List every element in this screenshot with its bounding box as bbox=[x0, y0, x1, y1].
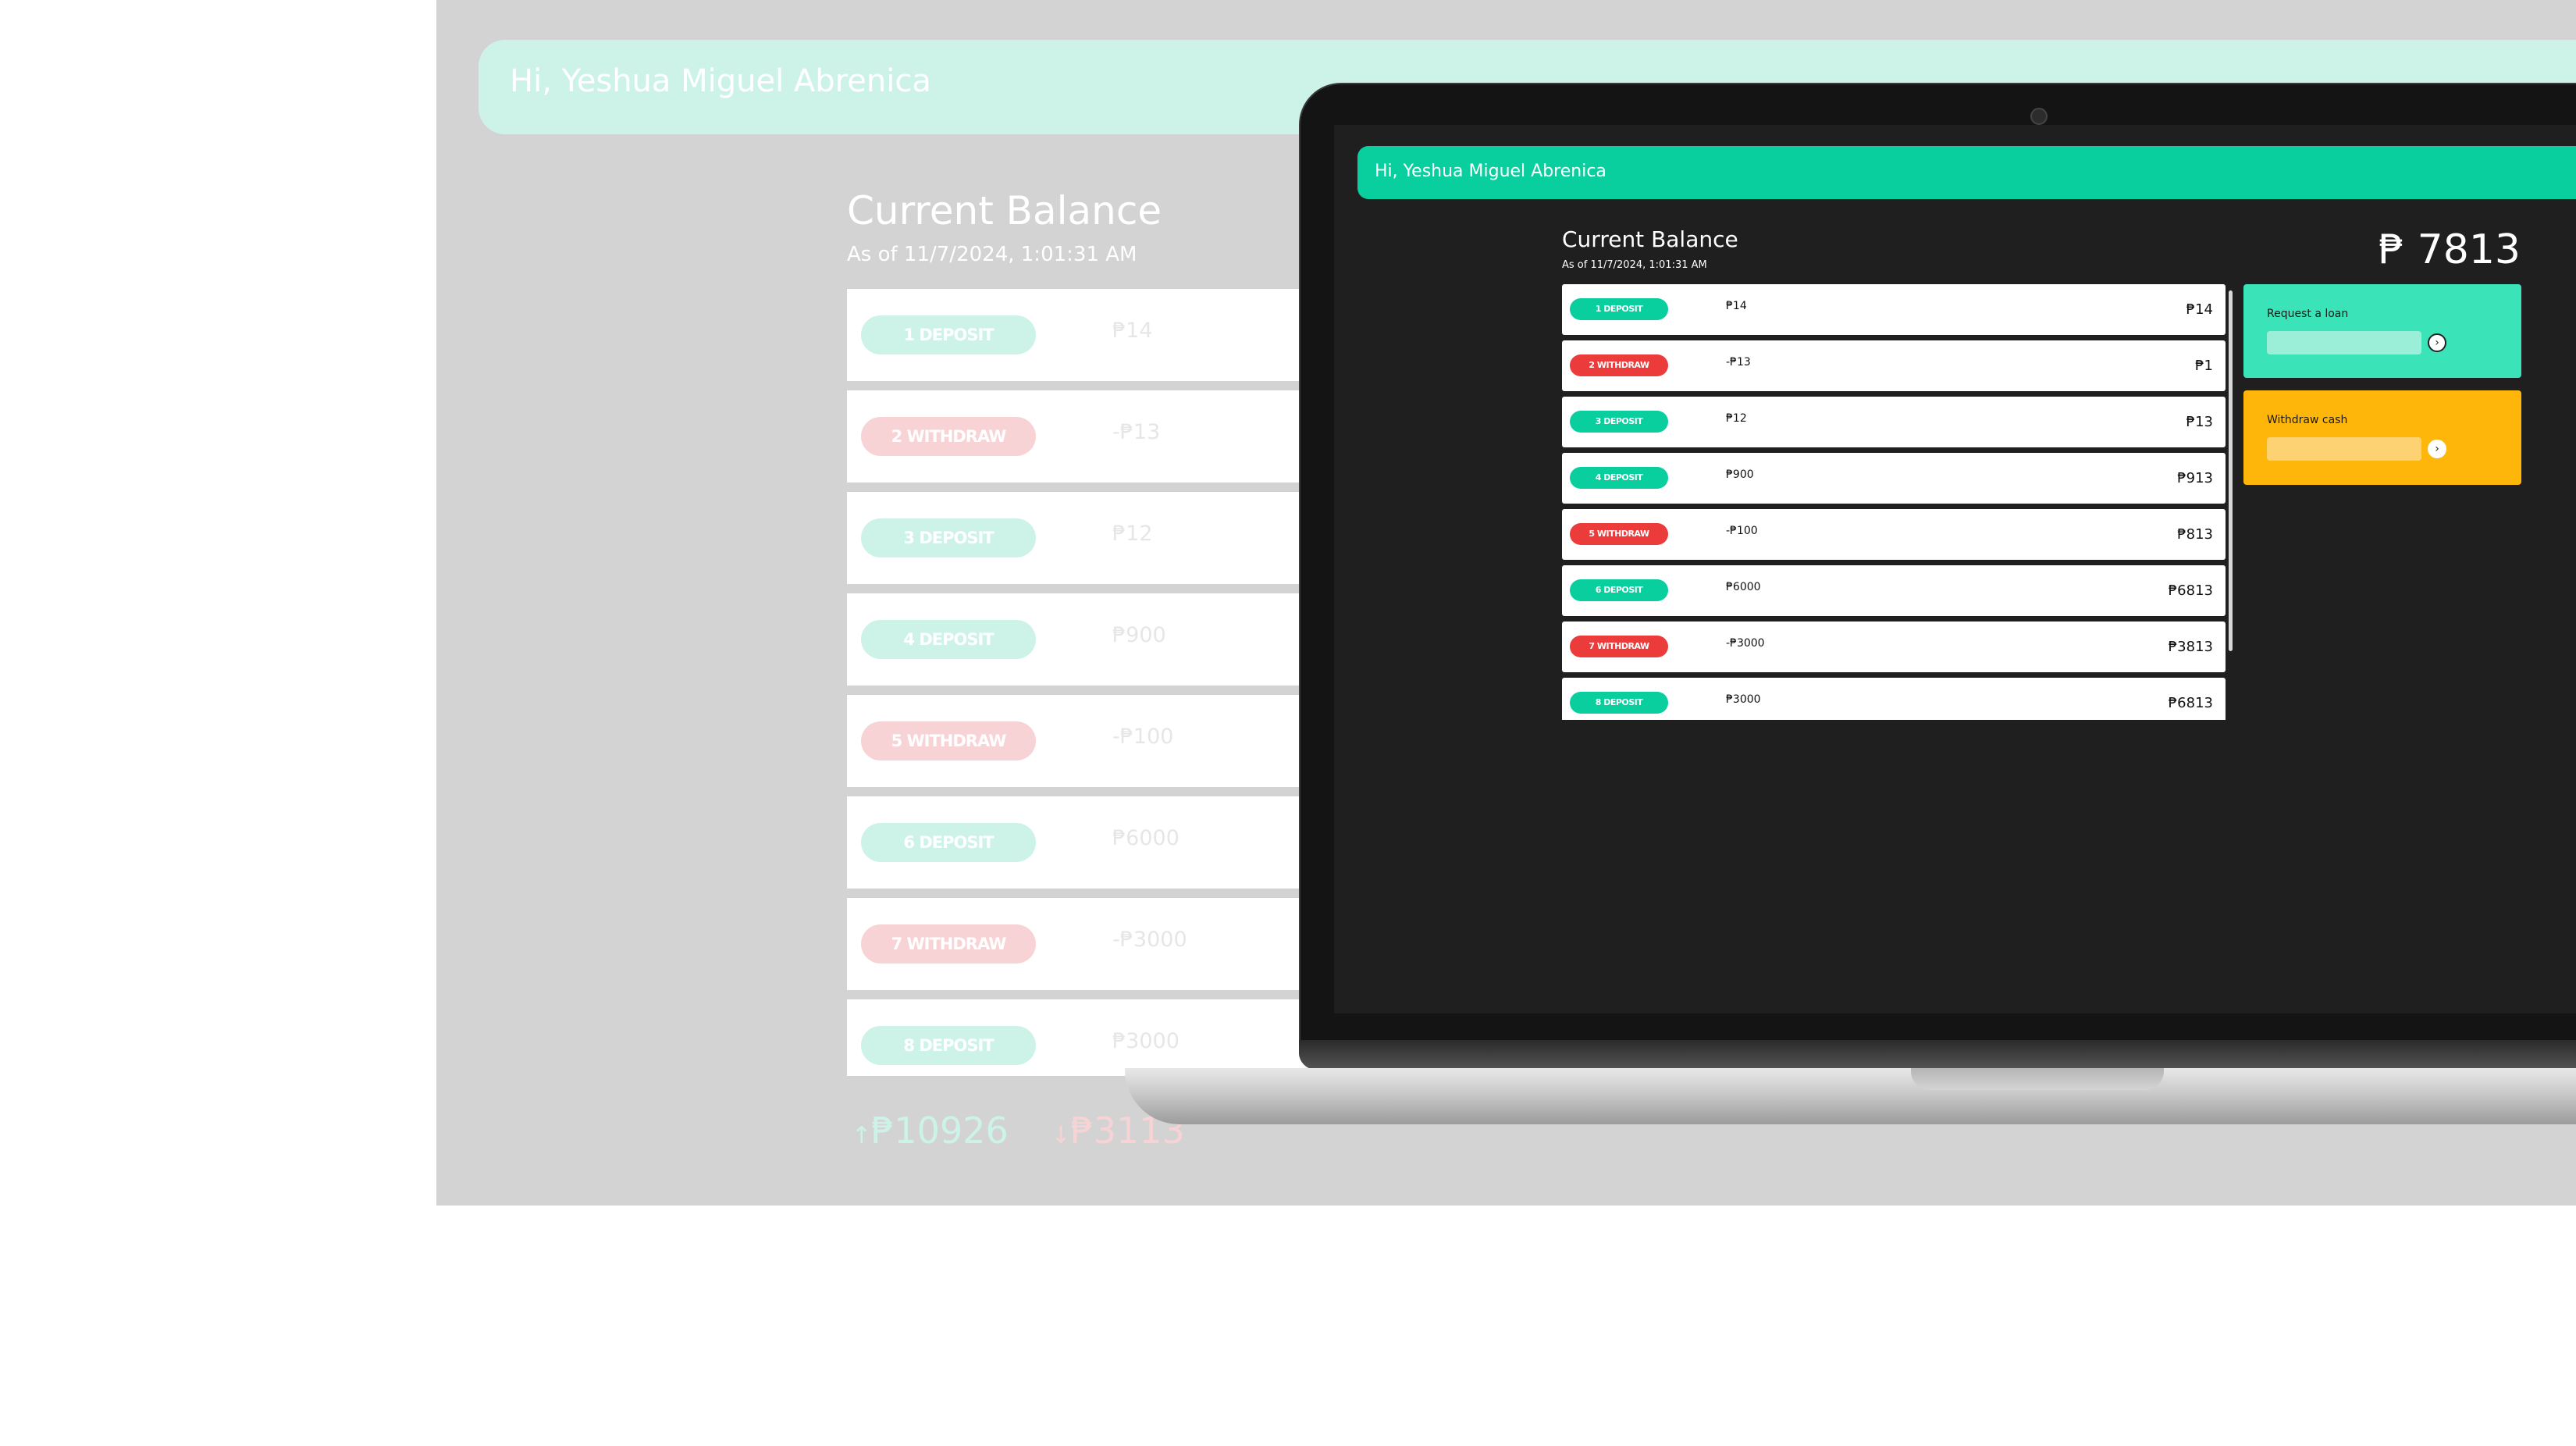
transaction-row[interactable]: 3 DEPOSIT ₱12 ₱13 bbox=[1562, 397, 2226, 447]
bg-transaction-row: 3 DEPOSIT ₱12 bbox=[847, 492, 1331, 584]
bg-transaction-amount: ₱3000 bbox=[1112, 1029, 1179, 1053]
bg-transaction-amount: ₱12 bbox=[1112, 522, 1153, 546]
page-subtitle: As of 11/7/2024, 1:01:31 AM bbox=[1562, 259, 1707, 271]
transaction-row[interactable]: 4 DEPOSIT ₱900 ₱913 bbox=[1562, 453, 2226, 504]
transaction-list[interactable]: 1 DEPOSIT ₱14 ₱14 2 WITHDRAW -₱13 ₱1 3 DEPOSIT… bbox=[1562, 284, 2226, 720]
bg-transaction-type-badge: 2 WITHDRAW bbox=[861, 417, 1036, 456]
transaction-amount: ₱900 bbox=[1726, 468, 1754, 481]
transaction-amount: ₱6000 bbox=[1726, 581, 1761, 593]
transaction-row[interactable]: 1 DEPOSIT ₱14 ₱14 bbox=[1562, 284, 2226, 335]
bg-total-in: ₱10926 bbox=[871, 1109, 1009, 1152]
bg-page-subtitle: As of 11/7/2024, 1:01:31 AM bbox=[847, 243, 1137, 266]
request-loan-card: Request a loan › bbox=[2243, 284, 2521, 378]
withdraw-amount-input[interactable] bbox=[2267, 437, 2421, 461]
transaction-type-badge: 7 WITHDRAW bbox=[1570, 636, 1668, 657]
bg-transaction-amount: ₱6000 bbox=[1112, 826, 1179, 850]
bg-transaction-type-badge: 3 DEPOSIT bbox=[861, 518, 1036, 557]
transaction-amount: ₱14 bbox=[1726, 300, 1747, 312]
transaction-type-badge: 6 DEPOSIT bbox=[1570, 579, 1668, 601]
bg-totals: ↑₱10926 ↓₱3113 bbox=[852, 1109, 1185, 1152]
transaction-amount: -₱3000 bbox=[1726, 637, 1765, 650]
transaction-row[interactable]: 6 DEPOSIT ₱6000 ₱6813 bbox=[1562, 565, 2226, 616]
bg-transaction-list: 1 DEPOSIT ₱14 2 WITHDRAW -₱13 3 DEPOSIT ₱12 4 … bbox=[847, 289, 1331, 1076]
loan-amount-input[interactable] bbox=[2267, 331, 2421, 354]
bg-transaction-row: 8 DEPOSIT ₱3000 bbox=[847, 999, 1331, 1076]
bg-transaction-row: 4 DEPOSIT ₱900 bbox=[847, 593, 1331, 686]
bg-transaction-type-badge: 8 DEPOSIT bbox=[861, 1026, 1036, 1065]
bg-transaction-amount: ₱900 bbox=[1112, 623, 1166, 647]
transaction-amount: ₱3000 bbox=[1726, 693, 1761, 706]
transaction-row[interactable]: 7 WITHDRAW -₱3000 ₱3813 bbox=[1562, 621, 2226, 672]
camera-icon bbox=[2030, 108, 2048, 125]
transaction-type-badge: 4 DEPOSIT bbox=[1570, 467, 1668, 489]
bg-transaction-row: 5 WITHDRAW -₱100 bbox=[847, 695, 1331, 787]
bg-transaction-type-badge: 1 DEPOSIT bbox=[861, 315, 1036, 354]
bg-transaction-row: 1 DEPOSIT ₱14 bbox=[847, 289, 1331, 381]
running-balance: ₱13 bbox=[2186, 414, 2213, 430]
transaction-amount: -₱13 bbox=[1726, 356, 1751, 369]
transaction-type-badge: 8 DEPOSIT bbox=[1570, 692, 1668, 714]
bg-page-title: Current Balance bbox=[847, 188, 1162, 233]
running-balance: ₱3813 bbox=[2168, 639, 2213, 655]
current-balance: ₱ 7813 bbox=[2379, 226, 2521, 273]
bg-transaction-amount: ₱14 bbox=[1112, 319, 1153, 343]
chevron-right-icon[interactable]: › bbox=[2428, 440, 2446, 458]
list-scrollbar[interactable] bbox=[2229, 290, 2233, 651]
bg-transaction-type-badge: 4 DEPOSIT bbox=[861, 620, 1036, 659]
bg-transaction-amount: -₱13 bbox=[1112, 420, 1161, 444]
laptop-screen: Hi, Yeshua Miguel Abrenica Current Balan… bbox=[1334, 125, 2576, 1013]
running-balance: ₱6813 bbox=[2168, 582, 2213, 599]
request-loan-title: Request a loan bbox=[2267, 308, 2349, 320]
greeting-banner: Hi, Yeshua Miguel Abrenica bbox=[1357, 146, 2576, 199]
bg-transaction-row: 7 WITHDRAW -₱3000 bbox=[847, 898, 1331, 990]
chevron-right-icon[interactable]: › bbox=[2428, 333, 2446, 352]
arrow-up-icon: ↑ bbox=[852, 1122, 872, 1149]
laptop-hinge bbox=[1299, 1040, 2576, 1070]
running-balance: ₱813 bbox=[2177, 526, 2213, 543]
transaction-type-badge: 2 WITHDRAW bbox=[1570, 354, 1668, 376]
withdraw-cash-title: Withdraw cash bbox=[2267, 414, 2348, 426]
running-balance: ₱1 bbox=[2195, 358, 2213, 374]
transaction-type-badge: 5 WITHDRAW bbox=[1570, 523, 1668, 545]
bg-transaction-type-badge: 6 DEPOSIT bbox=[861, 823, 1036, 862]
arrow-down-icon: ↓ bbox=[1051, 1122, 1071, 1149]
bg-transaction-type-badge: 5 WITHDRAW bbox=[861, 721, 1036, 760]
bg-transaction-row: 6 DEPOSIT ₱6000 bbox=[847, 796, 1331, 889]
greeting-text: Hi, Yeshua Miguel Abrenica bbox=[1375, 162, 1606, 181]
transaction-row[interactable]: 5 WITHDRAW -₱100 ₱813 bbox=[1562, 509, 2226, 560]
transaction-amount: ₱12 bbox=[1726, 412, 1747, 425]
running-balance: ₱14 bbox=[2186, 301, 2213, 318]
bg-transaction-amount: -₱100 bbox=[1112, 725, 1174, 749]
laptop-base bbox=[1125, 1068, 2576, 1124]
transaction-type-badge: 3 DEPOSIT bbox=[1570, 411, 1668, 433]
transaction-amount: -₱100 bbox=[1726, 525, 1758, 537]
bg-greeting-text: Hi, Yeshua Miguel Abrenica bbox=[510, 63, 931, 99]
page-title: Current Balance bbox=[1562, 226, 1738, 252]
transaction-row[interactable]: 8 DEPOSIT ₱3000 ₱6813 bbox=[1562, 678, 2226, 720]
bg-transaction-amount: -₱3000 bbox=[1112, 928, 1187, 952]
running-balance: ₱913 bbox=[2177, 470, 2213, 486]
transaction-type-badge: 1 DEPOSIT bbox=[1570, 298, 1668, 320]
bg-transaction-row: 2 WITHDRAW -₱13 bbox=[847, 390, 1331, 483]
withdraw-cash-card: Withdraw cash › bbox=[2243, 390, 2521, 485]
bg-transaction-type-badge: 7 WITHDRAW bbox=[861, 924, 1036, 963]
transaction-row[interactable]: 2 WITHDRAW -₱13 ₱1 bbox=[1562, 340, 2226, 391]
laptop-notch bbox=[1911, 1068, 2164, 1090]
running-balance: ₱6813 bbox=[2168, 695, 2213, 711]
